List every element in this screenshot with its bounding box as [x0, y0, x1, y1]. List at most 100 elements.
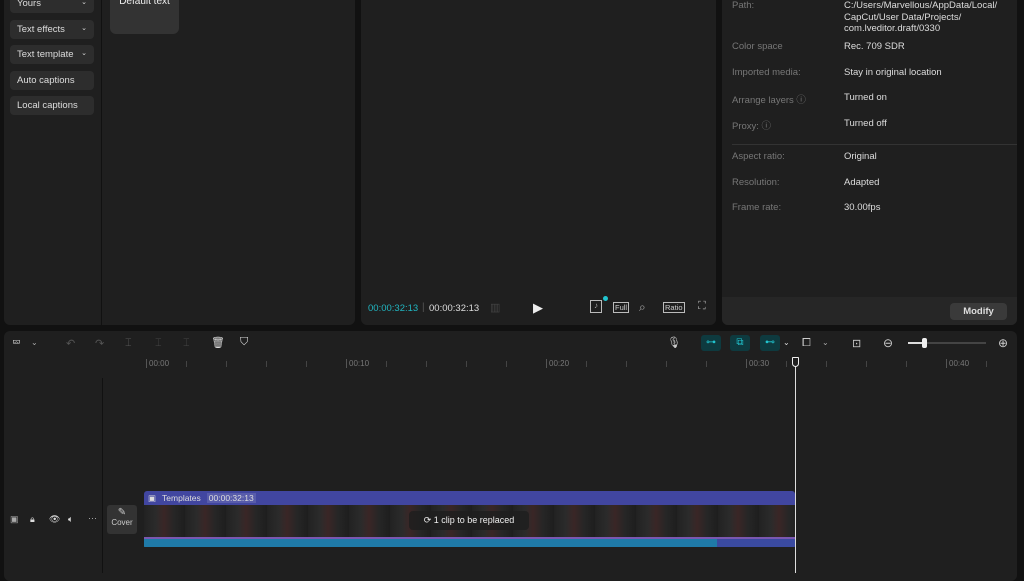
grid-icon[interactable]: ▥ [490, 301, 500, 314]
ruler-label: 00:00 [146, 359, 169, 368]
clip-name: Templates [162, 493, 201, 503]
template-icon: ▣ [148, 493, 157, 503]
microphone-icon[interactable]: 🎙 [667, 336, 681, 349]
ruler-tick [506, 361, 507, 367]
split-right-icon[interactable]: ⌶ [183, 337, 190, 350]
detail-value: Adapted [844, 176, 880, 188]
notification-dot [603, 296, 608, 301]
ruler-tick [266, 361, 267, 367]
ruler-tick [626, 361, 627, 367]
ruler-tick [466, 361, 467, 367]
ruler-label: 00:10 [346, 359, 369, 368]
replace-notice[interactable]: ⟳ 1 clip to be replaced [409, 511, 529, 530]
split-left-icon[interactable]: ⌶ [155, 337, 162, 350]
chevron-down-icon: ⌄ [81, 0, 87, 6]
auto-snap-toggle[interactable]: ⧉ [730, 335, 750, 351]
detail-value: Original [844, 151, 877, 162]
ruler-tick [386, 361, 387, 367]
eye-icon[interactable]: 👁︎ [49, 514, 60, 525]
zoom-preview-icon[interactable]: ⌕ [639, 300, 646, 315]
menu-item-text-effects[interactable]: Text effects ⌄ [10, 19, 94, 39]
timeline-zoom-slider[interactable] [908, 338, 986, 348]
ratio-button[interactable]: Ratio [663, 302, 685, 313]
chevron-down-icon: ⌄ [81, 24, 87, 32]
template-clip[interactable]: ▣ Templates 00:00:32:13 ⟳ 1 clip to be r… [144, 491, 795, 549]
menu-item-label: Yours [17, 0, 41, 9]
ruler-tick [586, 361, 587, 367]
marker-icon[interactable]: ⛉ [240, 336, 248, 349]
tiktok-icon[interactable]: ♪ [590, 300, 602, 313]
replace-label: 1 clip to be replaced [433, 515, 515, 525]
chevron-down-icon[interactable]: ⌄ [822, 338, 829, 347]
ruler-tick [826, 361, 827, 367]
menu-item-label: Auto captions [17, 74, 75, 86]
menu-item-local-captions[interactable]: Local captions [10, 96, 94, 115]
chevron-down-icon: ⌄ [81, 50, 87, 57]
modify-button[interactable]: Modify [950, 303, 1007, 320]
ruler-tick [786, 361, 787, 367]
full-button[interactable]: Full [613, 302, 630, 313]
more-icon[interactable]: ⋯ [88, 513, 97, 524]
ruler-tick [666, 361, 667, 367]
path-label: Path: [732, 0, 755, 11]
detail-value: Turned off [844, 118, 887, 130]
ruler-tick [186, 361, 187, 367]
ruler-tick [906, 361, 907, 367]
clip-duration: 00:00:32:13 [206, 493, 256, 503]
detail-value: Turned on [844, 92, 887, 104]
cover-button[interactable]: ✎ Cover [107, 505, 137, 534]
detail-label: Color space [732, 41, 783, 52]
detail-value: 30.00fps [844, 202, 881, 214]
play-button[interactable]: ▶ [533, 300, 543, 316]
delete-icon[interactable]: 🗑 [211, 336, 225, 349]
total-time: 00:00:32:13 [429, 303, 480, 314]
ruler-tick [226, 361, 227, 367]
chevron-down-icon[interactable]: ⌄ [31, 338, 38, 347]
chevron-down-icon[interactable]: ⌄ [783, 338, 790, 347]
zoom-in-icon[interactable]: ⊕ [998, 336, 1008, 350]
playhead[interactable] [792, 357, 799, 573]
redo-icon[interactable]: ↷ [95, 337, 104, 350]
detail-label: Imported media: [732, 66, 801, 78]
menu-item-label: Local captions [17, 100, 78, 111]
ruler-label: 00:40 [946, 359, 969, 368]
cover-label: Cover [111, 518, 133, 527]
path-value: C:/Users/Marvellous/AppData/Local/ CapCu… [844, 0, 998, 34]
ruler-tick [866, 361, 867, 367]
default-text-tile[interactable]: Default text [110, 0, 179, 34]
menu-item-label: Text effects [17, 23, 65, 35]
menu-item-label: Text template [17, 49, 74, 60]
split-icon[interactable]: ⌶ [125, 337, 132, 350]
menu-item-auto-captions[interactable]: Auto captions [10, 70, 94, 90]
ruler-tick [306, 361, 307, 367]
detail-label: Resolution: [732, 176, 780, 188]
replace-icon: ⟳ [423, 515, 432, 525]
detail-value: Rec. 709 SDR [844, 41, 905, 52]
player-panel [361, 0, 716, 325]
ruler-tick [706, 361, 707, 367]
ruler-label: 00:30 [746, 359, 769, 368]
edit-icon: ✎ [117, 507, 127, 518]
ruler-label: 00:20 [546, 359, 569, 368]
fullscreen-icon[interactable]: ⛶ [698, 300, 706, 313]
zoom-out-icon[interactable]: ⊖ [883, 336, 893, 350]
current-time: 00:00:32:13 [368, 303, 419, 314]
undo-icon[interactable]: ↶ [66, 337, 75, 350]
menu-item-text-template[interactable]: Text template ⌄ [10, 45, 94, 64]
detail-label: Arrange layers ⓘ [732, 95, 806, 107]
preview-axis-icon[interactable]: ⧠ [802, 337, 811, 350]
select-tool-icon[interactable]: ⮹ [12, 337, 21, 350]
lock-icon[interactable]: 🔒︎ [30, 514, 35, 525]
track-thumbnail-icon[interactable]: ▣ [10, 514, 19, 525]
main-track-magnet-toggle[interactable]: ⊶ [701, 335, 721, 351]
ruler-tick [426, 361, 427, 367]
linkage-toggle[interactable]: ⊷ [760, 335, 780, 351]
menu-item-yours[interactable]: Yours ⌄ [10, 0, 94, 13]
details-panel: Path: C:/Users/Marvellous/AppData/Local/ … [722, 0, 1017, 325]
detail-label: Proxy: ⓘ [732, 121, 772, 133]
detail-label: Frame rate: [732, 202, 782, 214]
fit-timeline-icon[interactable]: ⊡ [852, 337, 861, 350]
detail-label: Aspect ratio: [732, 151, 785, 162]
audio-icon[interactable]: 🔈︎ [68, 514, 73, 525]
ruler-tick [986, 361, 987, 367]
